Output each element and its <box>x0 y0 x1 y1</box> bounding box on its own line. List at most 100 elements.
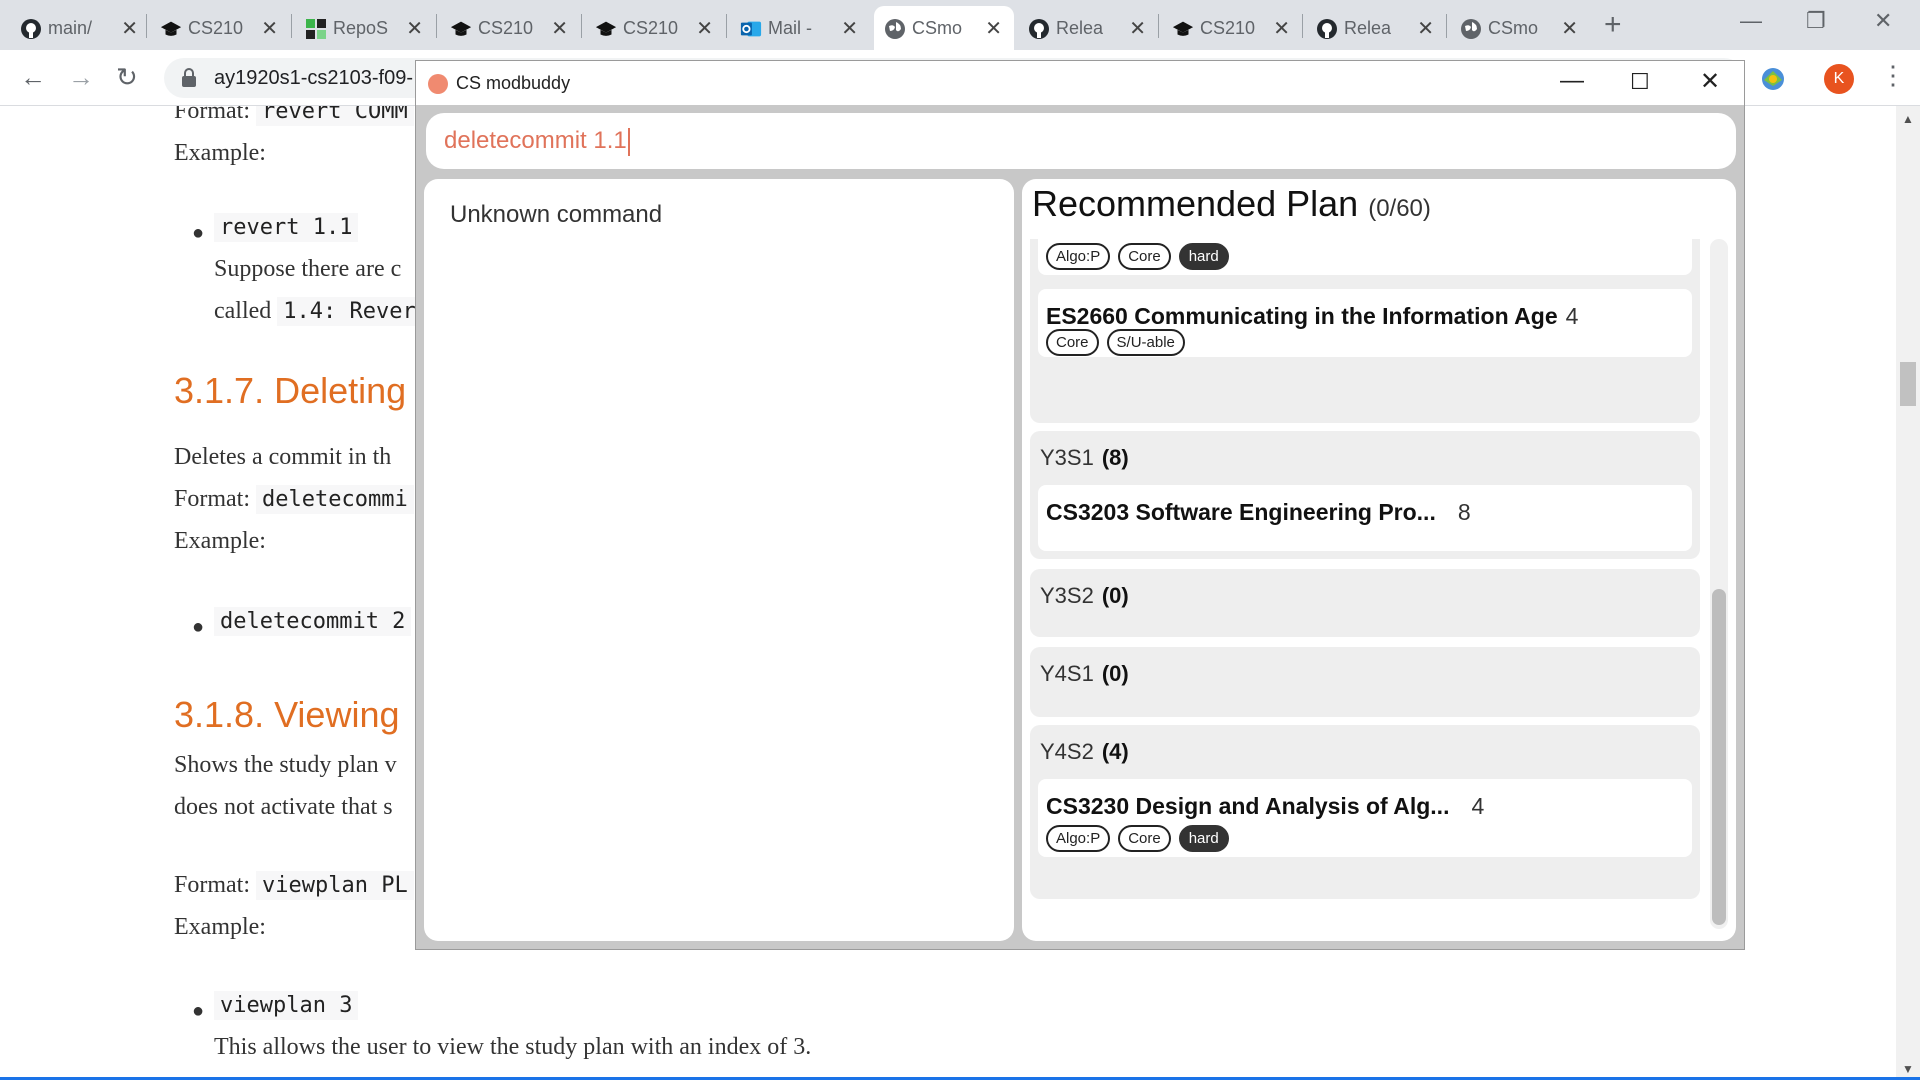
result-display: Unknown command <box>424 179 1014 941</box>
plan-scrollbar[interactable] <box>1710 239 1728 929</box>
plan-title-text: Recommended Plan <box>1032 183 1359 224</box>
plan-scroll-thumb[interactable] <box>1712 589 1726 925</box>
semester-name: Y3S2 <box>1040 583 1094 608</box>
new-tab-button[interactable]: + <box>1604 8 1622 42</box>
example-label: Example: <box>174 140 266 166</box>
module-card[interactable]: ES2660 Communicating in the Information … <box>1038 289 1692 357</box>
github-icon <box>1028 18 1050 40</box>
semester-header: Y3S1 (8) <box>1040 445 1129 471</box>
browser-tab-label: Relea <box>1344 17 1392 38</box>
app-logo-icon <box>428 74 448 94</box>
browser-tab[interactable]: Mail - ✕ <box>730 6 870 50</box>
page-scrollbar[interactable]: ▲ ▼ <box>1896 106 1920 1080</box>
module-card[interactable]: CS3230 Design and Analysis of Alg...4Alg… <box>1038 239 1692 275</box>
module-title: ES2660 Communicating in the Information … <box>1046 303 1578 330</box>
browser-tab[interactable]: CS210 ✕ <box>150 6 290 50</box>
github-icon <box>1316 18 1338 40</box>
deletes-text: Deletes a commit in th <box>174 444 392 470</box>
reload-icon[interactable]: ↻ <box>116 62 138 93</box>
format-code: deletecommi <box>256 485 414 514</box>
scroll-up-icon[interactable]: ▲ <box>1902 112 1914 126</box>
graduation-cap-icon <box>160 18 182 40</box>
app-maximize-icon[interactable]: ☐ <box>1630 69 1650 95</box>
graduation-cap-icon <box>1172 18 1194 40</box>
browser-tab-label: CSmo <box>1488 17 1539 38</box>
browser-tab[interactable]: CS210 ✕ <box>1162 6 1302 50</box>
module-credits: 8 <box>1457 499 1471 525</box>
format-code: revert COMM <box>256 106 414 126</box>
semester-card: Y3S2 (0) <box>1030 569 1700 637</box>
forward-arrow-icon[interactable]: → <box>68 62 94 93</box>
browser-tab-label: main/ <box>48 17 93 38</box>
back-arrow-icon[interactable]: ← <box>20 62 46 93</box>
browser-tab-label: RepoS <box>333 17 389 38</box>
extension-icon[interactable] <box>1760 66 1786 92</box>
module-name: CS3230 Design and Analysis of Alg... <box>1046 793 1450 819</box>
browser-tab[interactable]: Relea ✕ <box>1018 6 1158 50</box>
scroll-down-icon[interactable]: ▼ <box>1902 1062 1914 1076</box>
format-view-line: Format: viewplan PL <box>174 871 414 900</box>
more-menu-icon[interactable]: ⋮ <box>1880 60 1906 91</box>
tab-close-icon[interactable]: ✕ <box>985 16 1002 41</box>
browser-tab-label: CSmo <box>912 17 963 38</box>
app-title: CS modbuddy <box>456 73 571 93</box>
restore-icon[interactable]: ❐ <box>1806 8 1826 34</box>
tab-separator <box>1446 14 1447 38</box>
tab-close-icon[interactable]: ✕ <box>551 16 568 41</box>
browser-tab[interactable]: CSmo ✕ <box>874 6 1014 50</box>
browser-tab[interactable]: main/ ✕ <box>10 6 150 50</box>
modbuddy-window: CS modbuddy — ☐ ✕ deletecommit 1.1 Unkno… <box>415 60 1745 950</box>
browser-tab[interactable]: CS210 ✕ <box>440 6 580 50</box>
example-label: Example: <box>174 528 266 554</box>
browser-tab-label: CS210 <box>478 17 534 38</box>
graduation-cap-icon <box>450 18 472 40</box>
app-titlebar: CS modbuddy — ☐ ✕ <box>416 61 1744 105</box>
browser-tab[interactable]: CSmo ✕ <box>1450 6 1590 50</box>
globe-icon <box>1460 18 1482 40</box>
heading-deleting: 3.1.7. Deleting <box>174 370 407 411</box>
tab-close-icon[interactable]: ✕ <box>1561 16 1578 41</box>
tab-close-icon[interactable]: ✕ <box>841 16 858 41</box>
outlook-icon <box>740 18 762 40</box>
app-minimize-icon[interactable]: — <box>1560 67 1584 95</box>
module-name: ES2660 Communicating in the Information … <box>1046 303 1558 329</box>
browser-tab[interactable]: CS210 ✕ <box>585 6 725 50</box>
page-scroll-thumb[interactable] <box>1900 362 1916 406</box>
plan-credit-count: (0/60) <box>1368 195 1431 222</box>
tab-separator <box>581 14 582 38</box>
tab-separator <box>146 14 147 38</box>
tab-close-icon[interactable]: ✕ <box>1417 16 1434 41</box>
module-card[interactable]: CS3203 Software Engineering Pro... 8 <box>1038 485 1692 551</box>
example-code: revert 1.1 <box>214 213 359 242</box>
profile-avatar[interactable]: K <box>1824 64 1854 94</box>
example-code: deletecommit 2 <box>214 607 412 636</box>
browser-tab[interactable]: RepoS ✕ <box>295 6 435 50</box>
module-card[interactable]: CS3230 Design and Analysis of Alg...4Alg… <box>1038 779 1692 857</box>
semester-header: Y4S2 (4) <box>1040 739 1129 765</box>
tab-close-icon[interactable]: ✕ <box>1273 16 1290 41</box>
module-tags: Algo:P Core hard <box>1046 243 1229 270</box>
close-icon[interactable]: ✕ <box>1874 8 1892 34</box>
tab-close-icon[interactable]: ✕ <box>261 16 278 41</box>
called-line: called 1.4: Rever <box>214 297 422 326</box>
format-delete-line: Format: deletecommi <box>174 485 414 514</box>
semester-list[interactable]: CS3230 Design and Analysis of Alg... 4 Alg… <box>1030 239 1700 929</box>
globe-icon <box>884 18 906 40</box>
revert-example: revert 1.1 <box>214 213 359 242</box>
tab-separator <box>1158 14 1159 38</box>
tab-close-icon[interactable]: ✕ <box>121 16 138 41</box>
minimize-icon[interactable]: — <box>1740 8 1762 34</box>
tab-close-icon[interactable]: ✕ <box>406 16 423 41</box>
browser-tab-label: CS210 <box>188 17 244 38</box>
called-code: 1.4: Rever <box>277 297 422 326</box>
module-tags: Core S/U-able <box>1046 329 1185 356</box>
tab-close-icon[interactable]: ✕ <box>1129 16 1146 41</box>
bullet-dot: ● <box>192 616 205 638</box>
tab-close-icon[interactable]: ✕ <box>696 16 713 41</box>
command-input[interactable]: deletecommit 1.1 <box>426 113 1736 169</box>
study-plan-panel: Recommended Plan (0/60) CS3230 Design an… <box>1022 179 1736 941</box>
app-close-icon[interactable]: ✕ <box>1700 67 1720 96</box>
browser-tab[interactable]: Relea ✕ <box>1306 6 1446 50</box>
browser-tab-label: Mail - <box>768 17 812 38</box>
example-label: Example: <box>174 914 266 940</box>
